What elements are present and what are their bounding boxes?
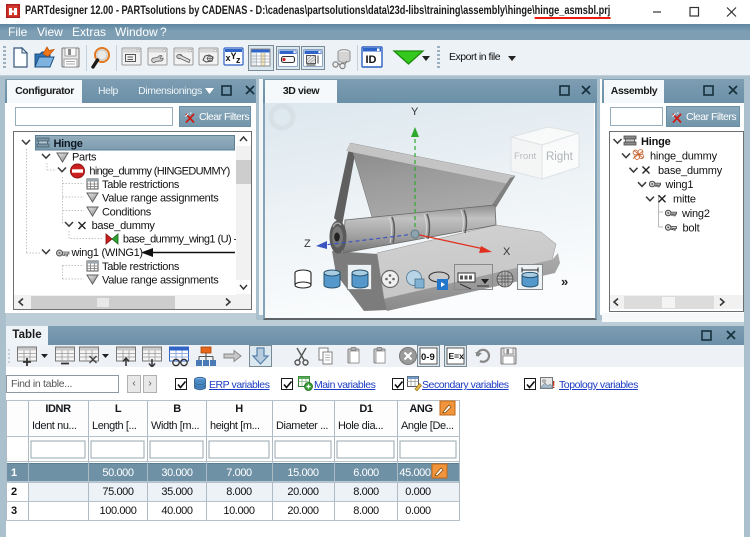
svg-text:Diameter ...: Diameter ... (276, 420, 328, 432)
svg-text:Value range assignments: Value range assignments (102, 275, 219, 287)
svg-text:L: L (115, 403, 122, 415)
svg-text:20.000: 20.000 (287, 505, 319, 517)
svg-text:0.000: 0.000 (405, 505, 431, 517)
svg-text:35.000: 35.000 (161, 486, 193, 498)
svg-text:6.000: 6.000 (353, 467, 379, 479)
svg-text:3: 3 (11, 505, 17, 517)
svg-text:Hinge: Hinge (641, 136, 671, 148)
svg-text:D: D (299, 403, 307, 415)
svg-text:mitte: mitte (673, 194, 696, 206)
svg-text:base_dummy_wing1 (U) ->: base_dummy_wing1 (U) -> (123, 234, 243, 246)
svg-text:»: » (561, 274, 568, 289)
svg-text:ANG: ANG (409, 403, 432, 415)
svg-text:Right: Right (546, 151, 574, 163)
svg-text:Z: Z (304, 238, 311, 250)
svg-text:Parts: Parts (72, 152, 97, 164)
svg-text:Table restrictions: Table restrictions (102, 261, 180, 273)
svg-text:100.000: 100.000 (100, 505, 137, 517)
svg-text:45.000: 45.000 (399, 467, 431, 479)
svg-text:15.000: 15.000 (287, 467, 319, 479)
svg-text:wing1 (WING1): wing1 (WING1) (71, 247, 143, 259)
svg-text:Table restrictions: Table restrictions (102, 179, 180, 191)
svg-text:8.000: 8.000 (226, 486, 252, 498)
svg-text:0.000: 0.000 (405, 486, 431, 498)
svg-text:Angle [De...: Angle [De... (401, 420, 454, 432)
svg-text:75.000: 75.000 (102, 486, 134, 498)
svg-text:40.000: 40.000 (161, 505, 193, 517)
svg-text:Front: Front (514, 151, 537, 162)
svg-text:wing2: wing2 (681, 208, 710, 220)
svg-text:50.000: 50.000 (102, 467, 134, 479)
svg-text:Width [m...: Width [m... (151, 420, 200, 432)
svg-text:8.000: 8.000 (353, 486, 379, 498)
svg-text:Hole dia...: Hole dia... (338, 420, 383, 432)
svg-text:base_dummy: base_dummy (92, 220, 156, 232)
svg-text:30.000: 30.000 (161, 467, 193, 479)
svg-text:X: X (503, 246, 511, 258)
svg-text:H: H (235, 403, 243, 415)
svg-text:2: 2 (11, 486, 17, 498)
svg-text:Value range assignments: Value range assignments (102, 193, 219, 205)
svg-text:!: ! (552, 380, 555, 391)
svg-text:8.000: 8.000 (353, 505, 379, 517)
svg-text:B: B (173, 403, 181, 415)
svg-text:20.000: 20.000 (287, 486, 319, 498)
svg-text:Length [...: Length [... (92, 420, 137, 432)
svg-text:bolt: bolt (683, 222, 700, 234)
svg-text:height [m...: height [m... (210, 420, 260, 432)
svg-text:z: z (236, 55, 241, 65)
svg-text:IDNR: IDNR (45, 403, 71, 415)
svg-text:Conditions: Conditions (102, 206, 152, 218)
svg-text:E=x: E=x (449, 351, 465, 361)
svg-text:hinge_dummy (HINGEDUMMY): hinge_dummy (HINGEDUMMY) (89, 165, 229, 177)
svg-text:Hinge: Hinge (54, 138, 83, 150)
svg-text:D1: D1 (359, 403, 373, 415)
svg-text:0-9: 0-9 (421, 352, 435, 363)
svg-text:hinge_dummy: hinge_dummy (650, 150, 718, 162)
svg-text:7.000: 7.000 (226, 467, 252, 479)
svg-text:Ident nu...: Ident nu... (32, 420, 77, 432)
svg-text:Y: Y (411, 106, 419, 118)
svg-text:1: 1 (11, 467, 17, 479)
svg-text:base_dummy: base_dummy (658, 165, 723, 177)
svg-text:ID: ID (366, 54, 377, 66)
svg-text:wing1: wing1 (665, 179, 694, 191)
svg-text:10.000: 10.000 (223, 505, 255, 517)
